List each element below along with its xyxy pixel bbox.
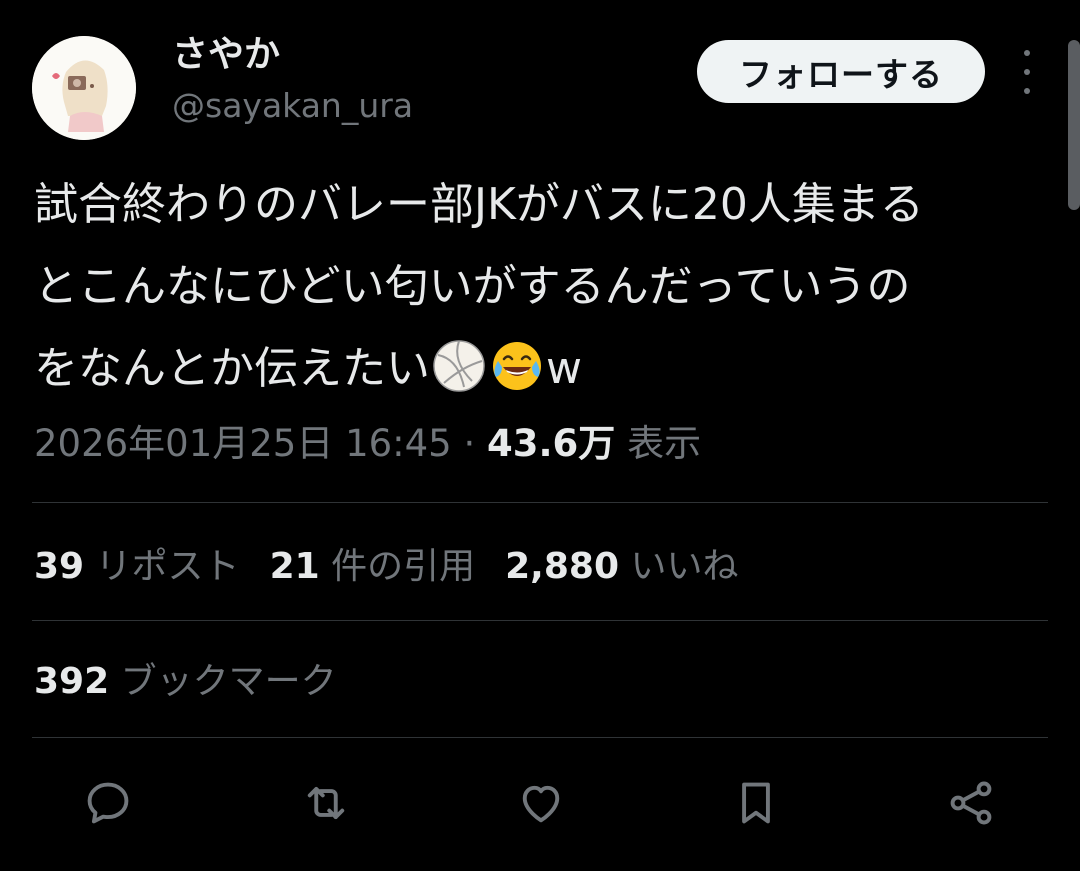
like-icon [522, 785, 560, 823]
user-handle[interactable]: @sayakan_ura [172, 84, 413, 128]
tweet-timestamp[interactable]: 2026年01月25日 16:45 [34, 422, 452, 465]
share-icon [950, 781, 992, 825]
tweet-line-3-text: をなんとか伝えたい [34, 343, 430, 394]
likes-count: 2,880 [505, 546, 619, 587]
bookmark-button[interactable] [728, 775, 784, 831]
bookmarks-label: ブックマーク [109, 661, 337, 702]
tweet-line-2: とこんなにひどい匂いがするんだっていうの [34, 261, 911, 312]
views-label: 表示 [615, 422, 702, 465]
more-options-icon[interactable] [1012, 50, 1042, 94]
views-count[interactable]: 43.6万 [487, 422, 615, 465]
likes-label: いいね [619, 546, 739, 587]
meta-separator: · [451, 422, 488, 465]
reposts-count: 39 [34, 546, 85, 587]
avatar[interactable] [32, 36, 136, 140]
tears-of-joy-emoji [493, 342, 541, 390]
tweet-text: 試合終わりのバレー部JKがバスに20人集まる とこんなにひどい匂いがするんだって… [34, 164, 1059, 410]
divider [32, 737, 1048, 738]
scrollbar[interactable] [1068, 40, 1080, 210]
bookmark-icon [742, 782, 770, 824]
engagement-stats: 39 リポスト 21 件の引用 2,880 いいね [34, 540, 768, 594]
tweet-line-3: をなんとか伝えたい w [34, 328, 1059, 410]
follow-button[interactable]: フォローする [697, 40, 985, 103]
tweet-line-3-suffix: w [546, 343, 582, 394]
tweet-line-1: 試合終わりのバレー部JKがバスに20人集まる [34, 179, 924, 230]
reply-icon [87, 782, 129, 824]
repost-button[interactable] [298, 775, 354, 831]
display-name[interactable]: さやか [172, 32, 280, 78]
divider [32, 502, 1048, 503]
like-button[interactable] [513, 775, 569, 831]
divider [32, 620, 1048, 621]
likes-stat[interactable]: 2,880 いいね [505, 540, 738, 594]
tweet-meta: 2026年01月25日 16:45 · 43.6万 表示 [34, 416, 701, 472]
share-button[interactable] [943, 775, 999, 831]
reposts-stat[interactable]: 39 リポスト [34, 540, 240, 594]
quotes-label: 件の引用 [319, 546, 476, 587]
bookmarks-count: 392 [34, 661, 110, 702]
quotes-count: 21 [269, 546, 320, 587]
repost-icon [307, 786, 345, 820]
reposts-label: リポスト [84, 546, 240, 587]
reply-button[interactable] [80, 775, 136, 831]
volleyball-emoji [433, 340, 485, 392]
bookmarks-stat[interactable]: 392 ブックマーク [34, 655, 337, 709]
quotes-stat[interactable]: 21 件の引用 [270, 540, 476, 594]
avatar-illustration [32, 36, 136, 140]
